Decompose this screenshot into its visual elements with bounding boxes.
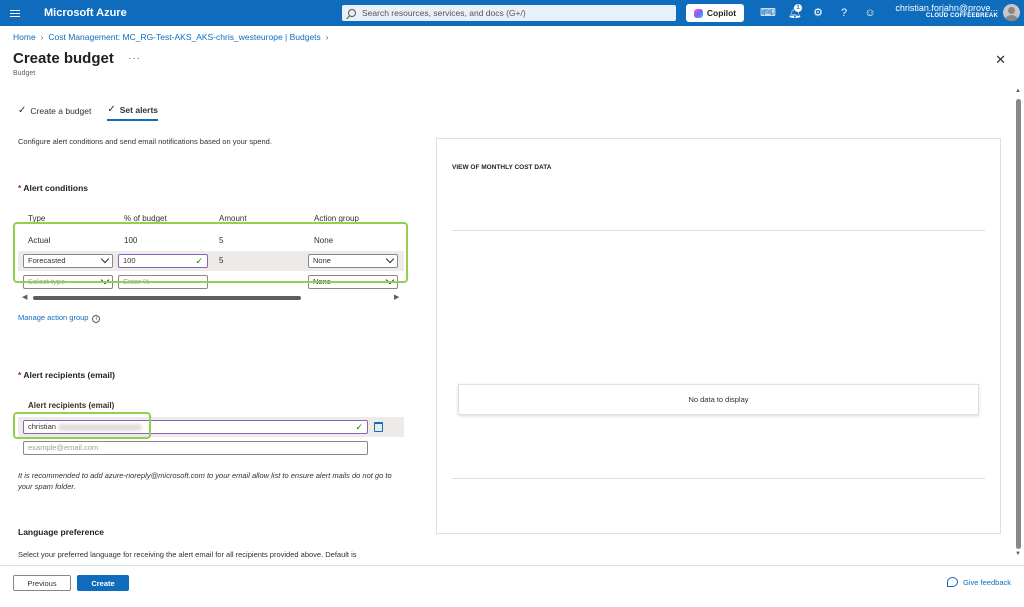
info-icon: i bbox=[92, 315, 101, 323]
manage-action-group-link[interactable]: Manage action group i bbox=[18, 313, 101, 323]
manage-action-group-text: Manage action group bbox=[18, 313, 89, 322]
account-menu[interactable]: christian.forjahn@prove... CLOUD COFFEEB… bbox=[895, 3, 998, 19]
scroll-left-icon[interactable]: ◀ bbox=[22, 293, 27, 301]
allowlist-note: It is recommended to add azure-noreply@m… bbox=[18, 471, 392, 491]
feedback-icon[interactable]: ☺ bbox=[863, 6, 877, 20]
copilot-button[interactable]: Copilot bbox=[686, 4, 744, 22]
copilot-icon bbox=[693, 8, 703, 18]
give-feedback-text: Give feedback bbox=[963, 577, 1011, 587]
chart-title: VIEW OF MONTHLY COST DATA bbox=[452, 164, 552, 171]
horizontal-scrollbar[interactable] bbox=[33, 296, 301, 300]
language-label: Language preference bbox=[18, 527, 104, 537]
alert-conditions-label: * Alert conditions bbox=[18, 183, 88, 193]
alert-recipients-text: Alert recipients (email) bbox=[23, 370, 115, 380]
alert-conditions-text: Alert conditions bbox=[23, 183, 89, 193]
previous-button[interactable]: Previous bbox=[13, 575, 71, 591]
close-icon[interactable]: ✕ bbox=[995, 52, 1006, 68]
scroll-right-icon[interactable]: ▶ bbox=[394, 293, 399, 301]
scroll-down-icon[interactable]: ▼ bbox=[1015, 551, 1021, 557]
tab-set-alerts[interactable]: ✓ Set alerts bbox=[107, 104, 159, 121]
required-marker: * bbox=[18, 370, 22, 380]
vertical-scrollbar[interactable] bbox=[1016, 99, 1021, 549]
wizard-tabs: ✓ Create a budget ✓ Set alerts bbox=[18, 104, 159, 121]
checkmark-icon: ✓ bbox=[107, 104, 116, 115]
avatar[interactable] bbox=[1003, 4, 1020, 21]
search-placeholder: Search resources, services, and docs (G+… bbox=[362, 8, 526, 18]
scroll-up-icon[interactable]: ▲ bbox=[1015, 88, 1021, 94]
page-description: Configure alert conditions and send emai… bbox=[18, 137, 272, 146]
recipients-column-header: Alert recipients (email) bbox=[28, 401, 115, 410]
breadcrumb: Home › Cost Management: MC_RG-Test-AKS_A… bbox=[13, 32, 328, 42]
account-tenant: CLOUD COFFEEBREAK bbox=[925, 13, 998, 19]
highlight-annotation bbox=[13, 222, 408, 283]
required-marker: * bbox=[18, 183, 22, 193]
footer-bar bbox=[0, 565, 1024, 607]
page-title: Create budget bbox=[13, 50, 114, 67]
copilot-label: Copilot bbox=[706, 8, 737, 18]
tab-label: Create a budget bbox=[30, 105, 92, 116]
chevron-right-icon: › bbox=[40, 32, 44, 42]
breadcrumb-home[interactable]: Home bbox=[13, 32, 36, 42]
checkmark-icon: ✓ bbox=[18, 105, 27, 116]
delete-icon[interactable] bbox=[374, 422, 383, 432]
chart-gridline bbox=[452, 478, 985, 479]
valid-check-icon: ✓ bbox=[355, 422, 363, 432]
tab-label: Set alerts bbox=[119, 104, 159, 115]
highlight-annotation bbox=[13, 412, 151, 439]
no-data-text: No data to display bbox=[688, 395, 749, 404]
chevron-right-icon: › bbox=[325, 32, 329, 42]
breadcrumb-budgets[interactable]: Cost Management: MC_RG-Test-AKS_AKS-chri… bbox=[48, 32, 320, 42]
email-placeholder: example@email.com bbox=[28, 443, 99, 452]
cloud-shell-icon[interactable]: ⌨ bbox=[760, 6, 776, 20]
chart-gridline bbox=[452, 230, 985, 231]
no-data-message: No data to display bbox=[458, 384, 979, 415]
account-user: christian.forjahn@prove... bbox=[895, 3, 998, 13]
menu-icon[interactable] bbox=[0, 0, 30, 26]
feedback-icon bbox=[947, 577, 959, 587]
tab-create-budget[interactable]: ✓ Create a budget bbox=[18, 104, 91, 121]
create-button[interactable]: Create bbox=[77, 575, 129, 591]
give-feedback-link[interactable]: Give feedback bbox=[947, 577, 1011, 587]
cost-chart-card bbox=[436, 138, 1001, 534]
page-subtitle: Budget bbox=[13, 70, 36, 77]
search-input[interactable]: Search resources, services, and docs (G+… bbox=[342, 5, 676, 21]
new-email-input[interactable]: example@email.com bbox=[23, 441, 368, 455]
search-icon bbox=[348, 9, 356, 17]
alert-recipients-label: * Alert recipients (email) bbox=[18, 370, 115, 380]
help-icon[interactable]: ? bbox=[837, 6, 851, 20]
notification-badge: 1 bbox=[794, 4, 802, 12]
brand-label[interactable]: Microsoft Azure bbox=[44, 7, 127, 19]
more-icon[interactable]: ··· bbox=[128, 53, 141, 64]
settings-icon[interactable]: ⚙ bbox=[811, 6, 825, 20]
language-description: Select your preferred language for recei… bbox=[18, 550, 357, 559]
